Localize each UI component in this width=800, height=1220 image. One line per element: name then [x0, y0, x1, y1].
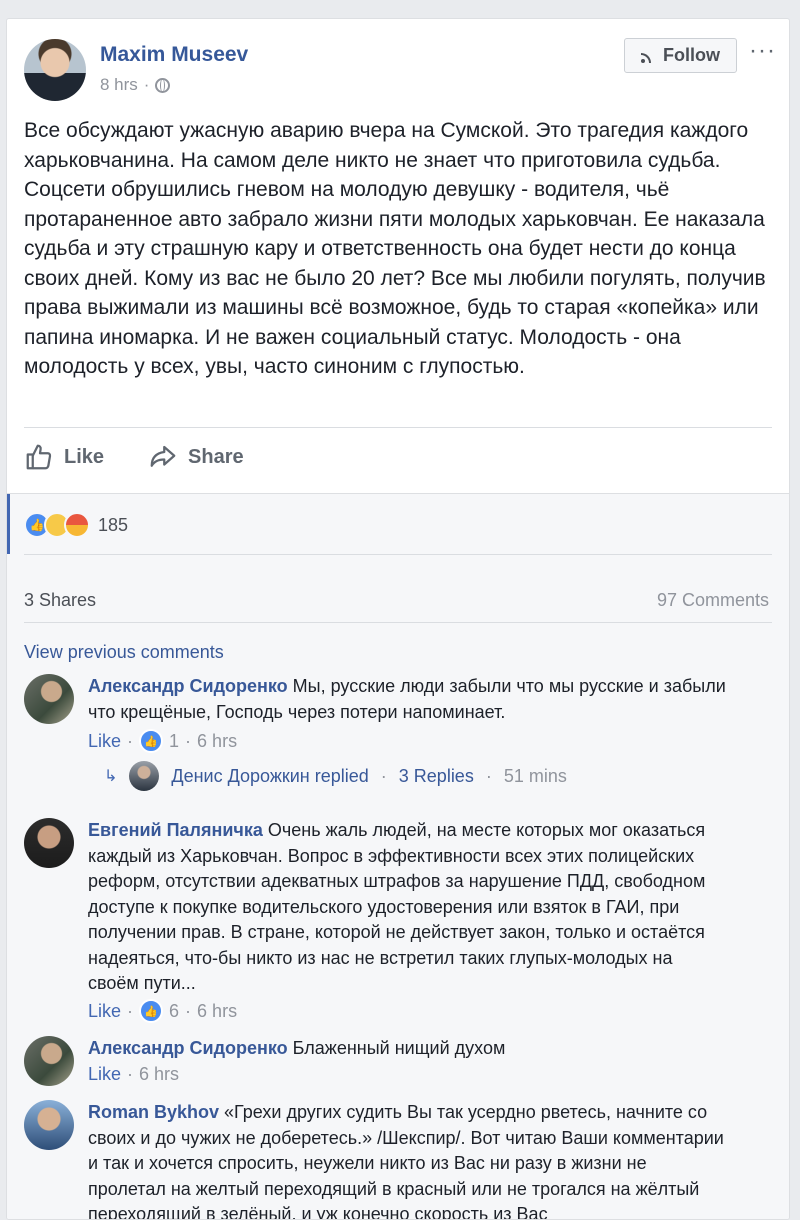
commenter-name[interactable]: Александр Сидоренко	[88, 1038, 288, 1058]
meta-dot: ·	[143, 75, 150, 94]
focus-indicator	[7, 494, 10, 554]
comment-like-button[interactable]: Like	[88, 1001, 121, 1022]
comments-section: 👍 185 3 Shares 97 Comments View previous…	[7, 493, 789, 1219]
meta-dot: ·	[127, 1000, 134, 1021]
like-reaction-icon: 👍	[139, 729, 164, 753]
share-arrow-icon	[150, 445, 176, 467]
author-name[interactable]: Maxim Museev	[100, 43, 248, 67]
thumbs-up-icon	[26, 444, 52, 470]
commenter-name[interactable]: Roman Bykhov	[88, 1102, 219, 1122]
angry-reaction-icon	[64, 512, 90, 538]
comment-body: Roman Bykhov «Грехи других судить Вы так…	[88, 1100, 728, 1219]
post-time[interactable]: 8 hrs	[100, 75, 138, 95]
divider	[24, 622, 772, 623]
replies-count[interactable]: 3 Replies	[399, 766, 474, 787]
follow-button[interactable]: Follow	[624, 38, 737, 73]
like-label: Like	[64, 445, 105, 468]
comment-time[interactable]: 6 hrs	[197, 731, 237, 752]
post-actions: Like Share	[24, 442, 244, 472]
replier-name[interactable]: Денис Дорожкин replied	[171, 766, 368, 787]
share-label: Share	[188, 445, 244, 468]
globe-icon	[155, 77, 171, 93]
post-text: Все обсуждают ужасную аварию вчера на Су…	[24, 119, 766, 378]
divider	[24, 427, 772, 428]
comment-like-count: 1	[169, 730, 180, 751]
like-button[interactable]: Like	[24, 442, 104, 472]
reply-arrow-icon: ↳	[104, 768, 118, 785]
follow-label: Follow	[663, 45, 720, 65]
comment-text: Блаженный нищий духом	[292, 1038, 506, 1058]
meta-dot: ·	[185, 730, 192, 751]
comment-meta: Like · 👍 6 · 6 hrs	[88, 999, 237, 1023]
comment-meta: Like · 👍 1 · 6 hrs	[88, 729, 237, 753]
comment-like-button[interactable]: Like	[88, 1064, 121, 1085]
post-card: Maxim Museev 8 hrs · Follow ··· Все обсу…	[6, 18, 790, 1220]
meta-dot: ·	[127, 730, 134, 751]
view-previous-comments-link[interactable]: View previous comments	[24, 642, 224, 663]
reply-time: 51 mins	[503, 765, 567, 786]
replier-avatar	[129, 761, 160, 791]
comments-count[interactable]: 97 Comments	[657, 590, 769, 611]
more-options-icon[interactable]: ···	[749, 37, 776, 65]
share-button[interactable]: Share	[148, 442, 244, 472]
comment-body: Александр Сидоренко Мы, русские люди заб…	[88, 674, 728, 725]
reactions-summary[interactable]: 👍 185	[24, 512, 128, 538]
comment-text: Очень жаль людей, на месте которых мог о…	[88, 820, 706, 993]
author-avatar[interactable]	[24, 39, 86, 101]
rss-icon	[641, 49, 655, 63]
replies-row[interactable]: ↳ Денис Дорожкин replied · 3 Replies · 5…	[104, 761, 567, 791]
comment-body: Александр Сидоренко Блаженный нищий духо…	[88, 1036, 728, 1062]
commenter-name[interactable]: Александр Сидоренко	[88, 676, 288, 696]
commenter-avatar[interactable]	[24, 1100, 74, 1150]
comment-time[interactable]: 6 hrs	[139, 1064, 179, 1085]
post-meta: 8 hrs ·	[100, 75, 171, 95]
meta-dot: ·	[127, 1064, 134, 1084]
like-reaction-icon: 👍	[139, 999, 164, 1023]
commenter-avatar[interactable]	[24, 818, 74, 868]
meta-dot: ·	[185, 1000, 192, 1021]
shares-link[interactable]: 3 Shares	[24, 590, 96, 611]
commenter-avatar[interactable]	[24, 674, 74, 724]
comment-meta: Like · 6 hrs	[88, 1064, 179, 1085]
meta-dot: ·	[380, 765, 387, 786]
commenter-name[interactable]: Евгений Паляничка	[88, 820, 263, 840]
reactions-count: 185	[98, 514, 129, 535]
meta-dot: ·	[485, 765, 492, 786]
comment-like-count: 6	[169, 1000, 180, 1021]
comment-time[interactable]: 6 hrs	[197, 1001, 237, 1022]
commenter-avatar[interactable]	[24, 1036, 74, 1086]
comment-like-button[interactable]: Like	[88, 731, 121, 752]
divider	[24, 554, 772, 555]
comment-body: Евгений Паляничка Очень жаль людей, на м…	[88, 818, 728, 997]
